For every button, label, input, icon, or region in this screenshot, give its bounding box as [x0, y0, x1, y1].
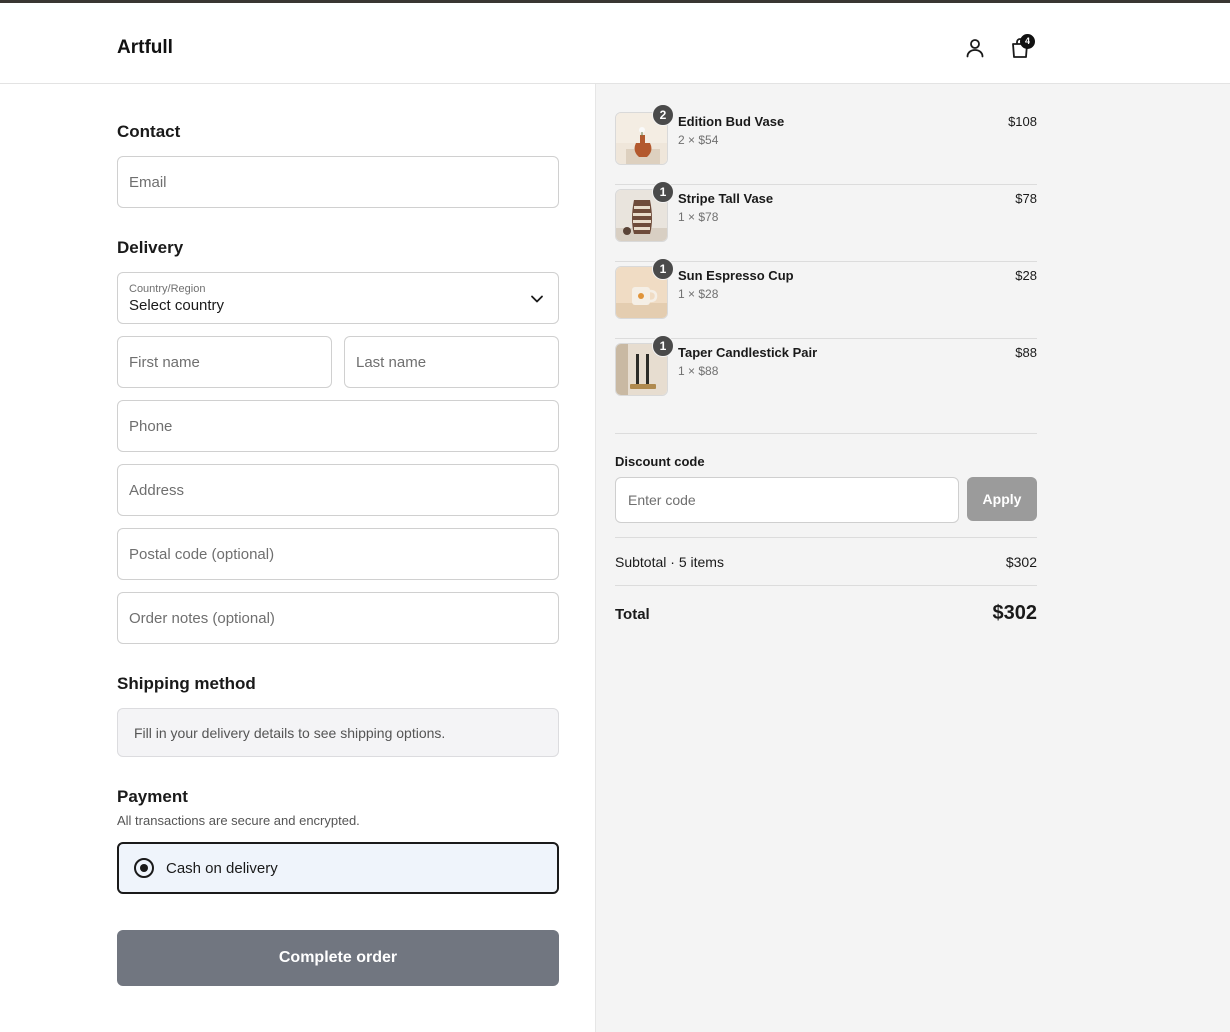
postal-code-input[interactable]: [129, 545, 547, 563]
item-name: Taper Candlestick Pair: [678, 345, 818, 360]
item-price: $78: [1015, 191, 1037, 206]
order-notes-input[interactable]: [129, 609, 547, 627]
delivery-heading: Delivery: [117, 238, 184, 257]
payment-subtitle: All transactions are secure and encrypte…: [117, 813, 360, 828]
quantity-badge: 2: [652, 104, 674, 126]
shipping-info-box: Fill in your delivery details to see shi…: [117, 708, 559, 757]
shipping-heading: Shipping method: [117, 674, 256, 693]
cart-count-badge: 4: [1020, 34, 1035, 49]
cart-item: 1 Taper Candlestick Pair 1 × $88 $88: [615, 335, 1037, 416]
item-price: $28: [1015, 268, 1037, 283]
subtotal-value: $302: [1005, 554, 1037, 570]
total-label: Total: [615, 606, 650, 623]
payment-option-cod[interactable]: Cash on delivery: [117, 842, 559, 894]
divider: [615, 585, 1037, 586]
shipping-info-text: Fill in your delivery details to see shi…: [134, 724, 446, 741]
address-input[interactable]: [129, 481, 547, 499]
order-notes-field[interactable]: [117, 592, 559, 644]
first-name-input[interactable]: [129, 353, 320, 371]
first-name-field[interactable]: [117, 336, 332, 388]
quantity-badge: 1: [652, 335, 674, 357]
postal-code-field[interactable]: [117, 528, 559, 580]
country-label: Country/Region: [129, 282, 206, 295]
cart-item: 1 Sun Espresso Cup 1 × $28 $28: [615, 258, 1037, 339]
chevron-down-icon: [531, 295, 543, 303]
store-logo[interactable]: Artfull: [117, 37, 173, 59]
divider: [615, 433, 1037, 434]
user-icon[interactable]: [963, 36, 987, 60]
total-value: $302: [992, 602, 1038, 624]
cart-item: 2 Edition Bud Vase 2 × $54 $108: [615, 104, 1037, 185]
item-quantity: 2 × $54: [678, 133, 719, 147]
apply-discount-button[interactable]: Apply: [967, 477, 1037, 521]
payment-option-label: Cash on delivery: [166, 859, 278, 877]
email-input[interactable]: [129, 173, 547, 191]
item-quantity: 1 × $28: [678, 287, 719, 301]
item-name: Stripe Tall Vase: [678, 191, 774, 206]
item-name: Edition Bud Vase: [678, 114, 785, 129]
address-field[interactable]: [117, 464, 559, 516]
cart-item: 1 Stripe Tall Vase 1 × $78 $78: [615, 181, 1037, 262]
radio-button-selected[interactable]: [134, 858, 154, 878]
subtotal-label: Subtotal · 5 items: [615, 554, 724, 570]
item-price: $88: [1015, 345, 1037, 360]
item-quantity: 1 × $78: [678, 210, 719, 224]
phone-input[interactable]: [129, 417, 547, 435]
site-header: Artfull 4: [0, 3, 1230, 84]
email-field[interactable]: [117, 156, 559, 208]
quantity-badge: 1: [652, 258, 674, 280]
item-price: $108: [1008, 114, 1037, 129]
item-name: Sun Espresso Cup: [678, 268, 794, 283]
discount-code-input[interactable]: [628, 492, 946, 508]
phone-field[interactable]: [117, 400, 559, 452]
radio-dot: [140, 864, 148, 872]
complete-order-button[interactable]: Complete order: [117, 930, 559, 986]
contact-heading: Contact: [117, 122, 181, 141]
divider: [615, 537, 1037, 538]
item-quantity: 1 × $88: [678, 364, 719, 378]
last-name-input[interactable]: [356, 353, 547, 371]
last-name-field[interactable]: [344, 336, 559, 388]
country-value: Select country: [129, 296, 225, 314]
discount-code-field[interactable]: [615, 477, 959, 523]
quantity-badge: 1: [652, 181, 674, 203]
payment-heading: Payment: [117, 787, 188, 806]
country-select[interactable]: Country/Region Select country: [117, 272, 559, 324]
discount-label: Discount code: [615, 454, 705, 469]
